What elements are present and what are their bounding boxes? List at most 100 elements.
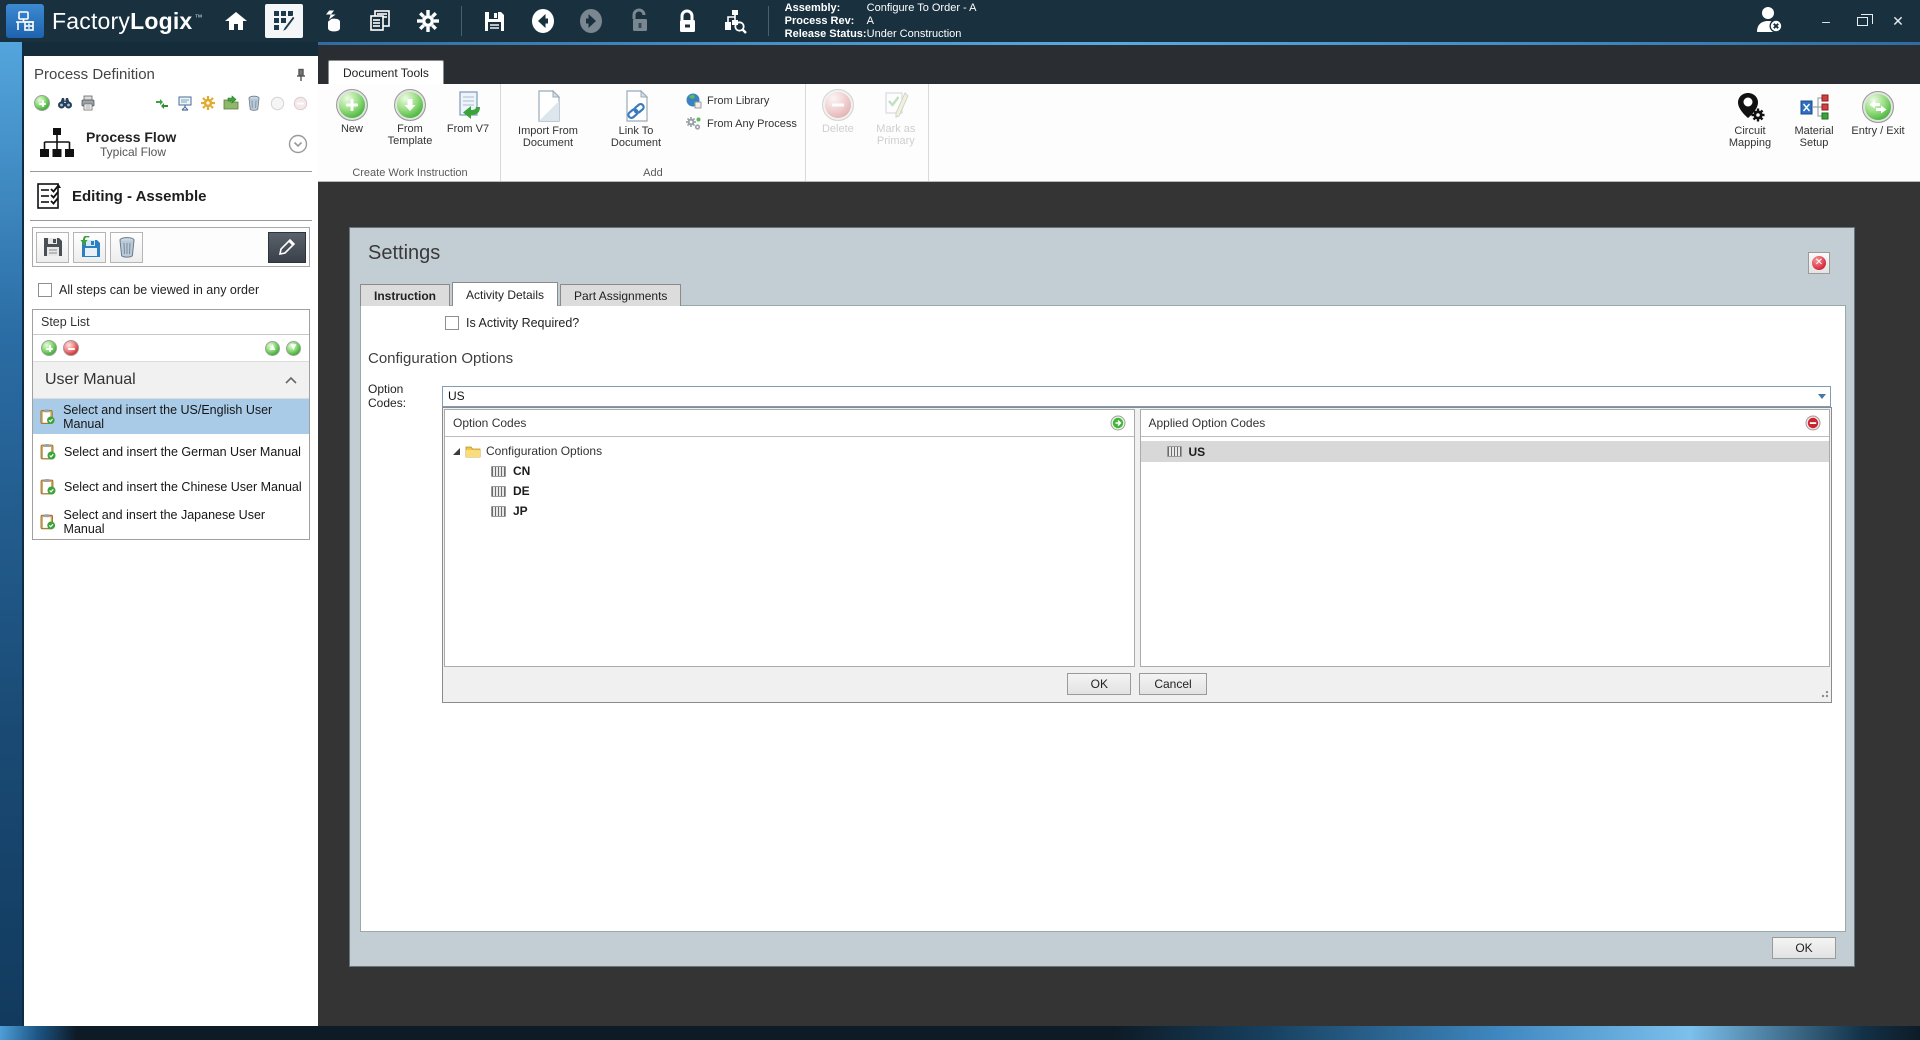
new-icon <box>336 89 368 121</box>
print-icon[interactable] <box>80 95 96 111</box>
applied-code-item[interactable]: US <box>1141 441 1830 462</box>
tree-item[interactable]: DE <box>445 481 1134 501</box>
close-icon: ✕ <box>1812 256 1826 270</box>
minimize-button[interactable]: – <box>1816 13 1836 29</box>
from-template-button[interactable]: From Template <box>382 86 438 147</box>
move-down-icon[interactable]: ▼ <box>286 341 301 356</box>
save-icon[interactable] <box>476 4 514 38</box>
picker-cancel-button[interactable]: Cancel <box>1139 673 1206 695</box>
option-code-label: JP <box>513 504 528 518</box>
tab-instruction[interactable]: Instruction <box>360 284 450 306</box>
step-list: Step List ▲ ▼ User Manual Select and ins… <box>32 309 310 540</box>
unlock-icon[interactable] <box>620 4 658 38</box>
presentation-icon[interactable] <box>177 95 193 111</box>
available-codes-list: Option Codes Configuration Opti <box>444 409 1135 667</box>
add-icon[interactable] <box>34 95 50 111</box>
activity-required-checkbox[interactable] <box>445 316 459 330</box>
link-to-document-button[interactable]: Link To Document <box>593 86 679 149</box>
delete-button: Delete <box>810 86 866 135</box>
step-list-title: Step List <box>33 310 309 335</box>
resize-grip[interactable] <box>1820 691 1828 699</box>
production-icon[interactable] <box>313 4 351 38</box>
restore-button[interactable] <box>1852 13 1872 29</box>
from-v7-button[interactable]: From V7 <box>440 86 496 135</box>
new-button[interactable]: New <box>324 86 380 135</box>
back-icon[interactable] <box>524 4 562 38</box>
editing-toolbar <box>32 227 310 267</box>
from-any-process-icon <box>685 115 702 132</box>
tab-part-assignments[interactable]: Part Assignments <box>560 284 681 306</box>
step-item[interactable]: Select and insert the Chinese User Manua… <box>33 469 309 504</box>
step-item[interactable]: Select and insert the US/English User Ma… <box>33 399 309 434</box>
remove-step-icon[interactable] <box>63 340 79 356</box>
step-item[interactable]: Select and insert the Japanese User Manu… <box>33 504 309 539</box>
release-status-label: Release Status: <box>785 28 867 41</box>
process-definition-panel: Process Definition <box>24 42 318 1026</box>
option-codes-combobox[interactable]: US <box>442 386 1831 407</box>
from-v7-icon <box>452 89 484 121</box>
dialog-close-button[interactable]: ✕ <box>1808 252 1830 274</box>
process-rev-value: A <box>867 15 874 28</box>
picker-ok-button[interactable]: OK <box>1067 673 1131 695</box>
material-setup-button[interactable]: Material Setup <box>1786 88 1842 149</box>
edit-mode-button[interactable] <box>268 232 306 263</box>
from-library-button[interactable]: From Library <box>685 92 797 109</box>
group-label-add: Add <box>505 166 801 181</box>
expand-flow-icon[interactable] <box>288 134 308 154</box>
gear-yellow-icon[interactable] <box>200 95 216 111</box>
pin-icon[interactable] <box>294 68 308 82</box>
add-step-icon[interactable] <box>41 340 57 356</box>
step-item[interactable]: Select and insert the German User Manual <box>33 434 309 469</box>
combobox-dropdown-button[interactable] <box>1813 387 1830 406</box>
editing-icon <box>34 181 64 211</box>
logout-user-icon[interactable] <box>1752 4 1786 39</box>
dialog-ok-button[interactable]: OK <box>1772 937 1836 959</box>
step-group-header[interactable]: User Manual <box>33 361 309 399</box>
find-icon[interactable] <box>57 95 73 111</box>
from-template-icon <box>394 89 426 121</box>
step-icon <box>39 478 56 495</box>
entry-exit-button[interactable]: Entry / Exit <box>1850 88 1906 137</box>
delete-step-button[interactable] <box>110 232 143 263</box>
any-order-label: All steps can be viewed in any order <box>59 283 259 297</box>
tree-root-row[interactable]: Configuration Options <box>445 441 1134 461</box>
move-up-icon[interactable]: ▲ <box>265 341 280 356</box>
workflow-icon[interactable] <box>154 95 170 111</box>
tree-item[interactable]: JP <box>445 501 1134 521</box>
trash-icon[interactable] <box>246 95 262 111</box>
lock-icon[interactable] <box>668 4 706 38</box>
any-order-checkbox[interactable] <box>38 283 52 297</box>
available-codes-title: Option Codes <box>453 416 526 430</box>
step-icon <box>39 513 56 530</box>
export-icon[interactable] <box>223 95 239 111</box>
step-label: Select and insert the German User Manual <box>64 445 301 459</box>
home-icon[interactable] <box>217 4 255 38</box>
remove-code-icon[interactable] <box>1805 415 1821 431</box>
save-step-button[interactable] <box>36 232 69 263</box>
process-rev-label: Process Rev: <box>785 15 867 28</box>
flow-subtitle: Typical Flow <box>100 145 278 159</box>
applied-code-label: US <box>1189 445 1206 459</box>
tree-expander-icon[interactable] <box>453 448 460 455</box>
from-any-process-button[interactable]: From Any Process <box>685 115 797 132</box>
titlebar-divider <box>461 6 462 36</box>
editing-title: Editing - Assemble <box>72 188 206 205</box>
assembly-value: Configure To Order - A <box>867 2 977 15</box>
group-label-manage <box>810 178 924 181</box>
import-step-button[interactable] <box>73 232 106 263</box>
apply-code-icon[interactable] <box>1110 415 1126 431</box>
step-group-title: User Manual <box>45 371 136 389</box>
close-button[interactable]: ✕ <box>1888 13 1908 30</box>
circuit-mapping-button[interactable]: Circuit Mapping <box>1722 88 1778 149</box>
settings-gear-icon[interactable] <box>409 4 447 38</box>
process-definition-icon[interactable] <box>265 4 303 38</box>
documents-icon[interactable] <box>361 4 399 38</box>
tab-activity-details[interactable]: Activity Details <box>452 282 558 306</box>
import-from-document-button[interactable]: Import From Document <box>505 86 591 149</box>
process-search-icon[interactable] <box>716 4 754 38</box>
tab-document-tools[interactable]: Document Tools <box>328 60 444 84</box>
step-label: Select and insert the Chinese User Manua… <box>64 480 302 494</box>
tree-item[interactable]: CN <box>445 461 1134 481</box>
collapse-chevron-icon[interactable] <box>285 376 297 384</box>
forward-icon[interactable] <box>572 4 610 38</box>
